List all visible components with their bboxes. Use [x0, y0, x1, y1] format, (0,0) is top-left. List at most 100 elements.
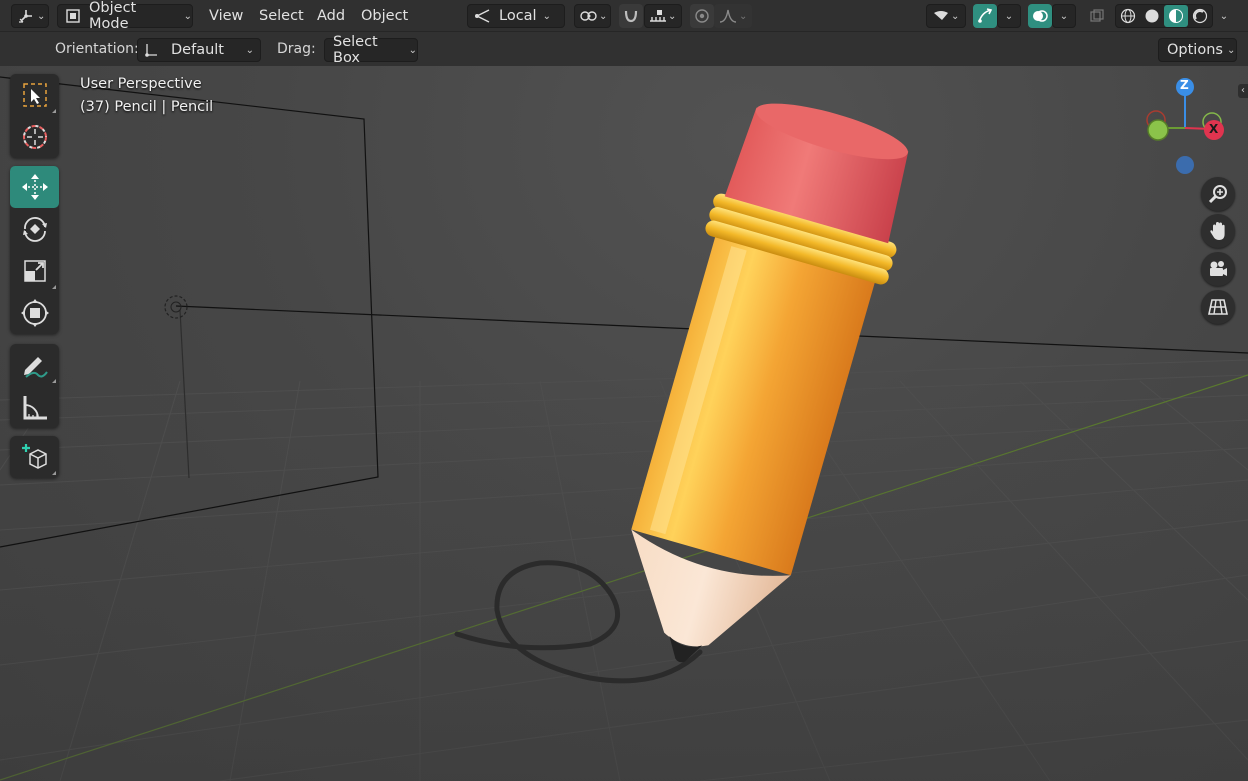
rendered-shading-icon[interactable]	[1188, 5, 1212, 27]
add-cube-tool[interactable]	[10, 436, 59, 478]
menu-add[interactable]: Add	[311, 4, 351, 28]
camera-view-button[interactable]	[1201, 252, 1235, 286]
material-preview-shading-icon[interactable]	[1164, 5, 1188, 27]
menu-select[interactable]: Select	[253, 4, 310, 28]
gizmo-x-label: X	[1209, 122, 1219, 136]
options-label: Options	[1167, 42, 1223, 58]
rotate-tool[interactable]	[10, 208, 59, 250]
add-cube-icon	[20, 442, 50, 472]
scene-canvas	[0, 76, 1248, 781]
pan-hand-icon	[1207, 220, 1229, 242]
drag-dropdown[interactable]: Select Box ⌄	[324, 34, 418, 66]
object-mode-icon	[64, 7, 82, 25]
falloff-curve-icon	[718, 7, 738, 25]
xray-toggle[interactable]	[1086, 4, 1108, 28]
chevron-down-icon: ⌄	[408, 44, 417, 56]
chevron-down-icon: ⌄	[542, 10, 551, 22]
overlays-toggle[interactable]	[1028, 4, 1052, 28]
mode-label: Object Mode	[89, 0, 137, 32]
chevron-down-icon: ⌄	[245, 44, 254, 56]
overlays-icon	[1031, 7, 1049, 25]
gizmo-toggle[interactable]	[973, 4, 997, 28]
chevron-down-icon: ⌄	[1004, 10, 1014, 22]
snap-target-dropdown[interactable]: ⌄	[644, 4, 682, 28]
annotate-icon	[20, 350, 50, 380]
rotate-icon	[20, 214, 50, 244]
transform-orientation-dropdown[interactable]: Local ⌄	[467, 4, 565, 28]
chevron-down-icon: ⌄	[1226, 44, 1236, 56]
magnet-icon	[622, 7, 640, 25]
chevron-down-icon: ⌄	[37, 10, 46, 22]
overlays-dropdown[interactable]: ⌄	[1052, 4, 1076, 28]
annotate-tool[interactable]	[10, 344, 59, 386]
orientation-value: Default	[171, 42, 224, 58]
light-object	[164, 295, 188, 319]
cursor-tool[interactable]	[10, 116, 59, 158]
options-dropdown[interactable]: Options ⌄	[1158, 38, 1237, 62]
zoom-icon	[1207, 183, 1229, 205]
chevron-down-icon: ⌄	[1059, 10, 1069, 22]
snap-toggle[interactable]	[619, 4, 643, 28]
editor-type-dropdown[interactable]: ⌄	[11, 4, 49, 28]
pan-button[interactable]	[1201, 214, 1235, 248]
snap-increment-icon	[648, 7, 668, 25]
toolbar-add-group	[10, 436, 59, 478]
orientation-label: Local	[499, 8, 537, 24]
zoom-button[interactable]	[1201, 177, 1235, 211]
cursor-select-icon	[22, 82, 48, 108]
pivot-icon	[579, 7, 599, 25]
shading-dropdown[interactable]: ⌄	[1214, 4, 1234, 28]
3d-cursor-icon	[21, 123, 49, 151]
orientation-dropdown[interactable]: Default ⌄	[137, 38, 261, 62]
shading-mode-group	[1115, 4, 1213, 28]
xray-icon	[1089, 8, 1105, 24]
transform-icon	[20, 298, 50, 328]
toolbar-annotate-group	[10, 344, 59, 428]
camera-icon	[1207, 258, 1229, 280]
chevron-down-icon: ⌄	[668, 10, 677, 22]
gizmo-arrow-icon	[976, 7, 994, 25]
toolbar-transform-group	[10, 166, 59, 334]
gizmo-dropdown[interactable]: ⌄	[997, 4, 1021, 28]
chevron-down-icon: ⌄	[183, 10, 192, 22]
navigation-gizmo[interactable]: Z X	[1140, 74, 1230, 184]
mode-dropdown[interactable]: Object Mode ⌄	[57, 0, 193, 32]
object-info: (37) Pencil | Pencil	[80, 99, 214, 115]
falloff-dropdown[interactable]: ⌄	[714, 4, 752, 28]
scale-tool[interactable]	[10, 250, 59, 292]
drag-value: Select Box	[333, 34, 378, 66]
sidebar-toggle[interactable]: ‹	[1238, 84, 1248, 98]
chevron-down-icon: ⌄	[1219, 10, 1229, 22]
axes-icon	[17, 7, 35, 25]
chevron-down-icon: ⌄	[739, 10, 748, 22]
viewport-header: ⌄ Object Mode ⌄ View Select Add Object L…	[0, 0, 1248, 32]
chevron-down-icon: ⌄	[599, 10, 608, 22]
measure-icon	[21, 393, 49, 421]
selectability-icon	[931, 7, 951, 25]
move-icon	[20, 172, 50, 202]
pivot-point-dropdown[interactable]: ⌄	[574, 4, 611, 28]
view-name: User Perspective	[80, 76, 202, 92]
orientation-icon	[473, 7, 493, 25]
menu-object[interactable]: Object	[355, 4, 414, 28]
drag-label: Drag:	[277, 41, 316, 57]
select-box-tool[interactable]	[10, 74, 59, 116]
proportional-circle-icon	[694, 8, 710, 24]
chevron-down-icon: ⌄	[951, 10, 960, 22]
menu-view[interactable]: View	[203, 4, 249, 28]
visibility-dropdown[interactable]: ⌄	[926, 4, 966, 28]
gizmo-z-label: Z	[1180, 78, 1189, 92]
scale-icon	[21, 257, 49, 285]
orientation-axes-icon	[143, 41, 159, 59]
orientation-label: Orientation:	[55, 41, 139, 57]
wireframe-shading-icon[interactable]	[1116, 5, 1140, 27]
toolbar-select-group	[10, 74, 59, 158]
solid-shading-icon[interactable]	[1140, 5, 1164, 27]
grid-ortho-icon	[1207, 296, 1229, 318]
proportional-editing-toggle[interactable]	[690, 4, 714, 28]
move-tool[interactable]	[10, 166, 59, 208]
3d-viewport[interactable]: User Perspective (37) Pencil | Pencil	[0, 66, 1248, 781]
ortho-toggle-button[interactable]	[1201, 290, 1235, 324]
transform-tool[interactable]	[10, 292, 59, 334]
measure-tool[interactable]	[10, 386, 59, 428]
